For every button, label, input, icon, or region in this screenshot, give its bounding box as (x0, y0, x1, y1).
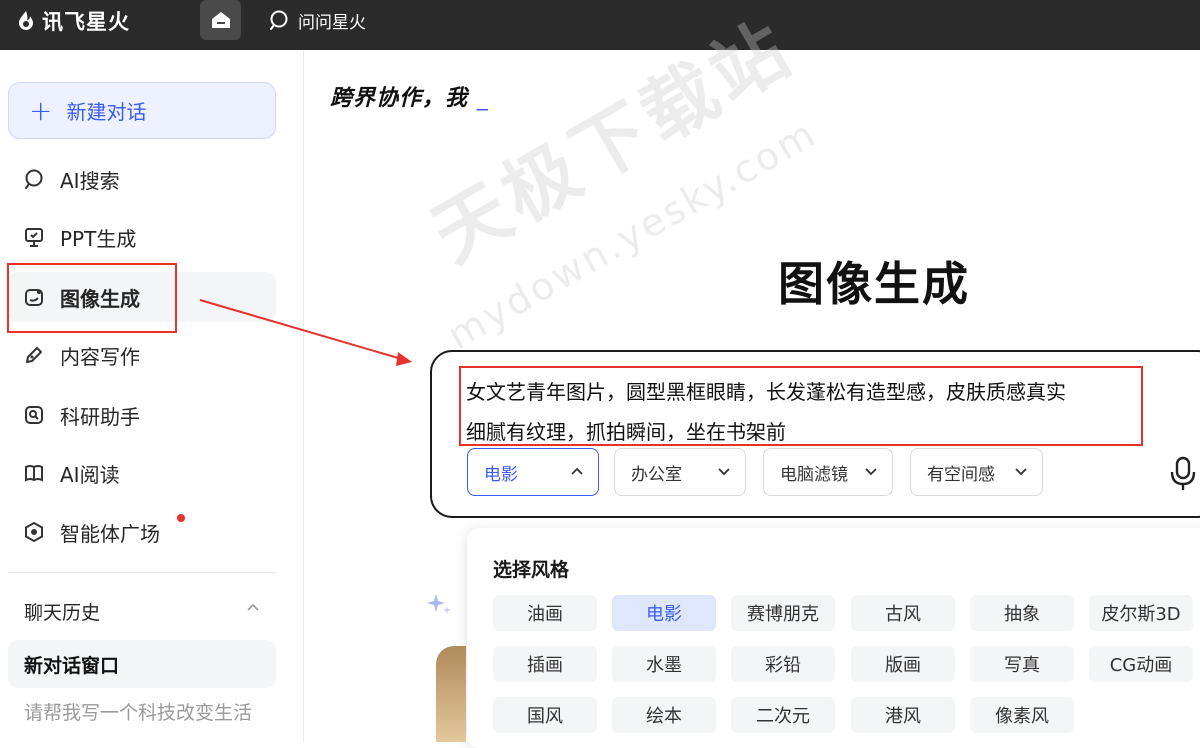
annotation-arrow (199, 299, 412, 366)
